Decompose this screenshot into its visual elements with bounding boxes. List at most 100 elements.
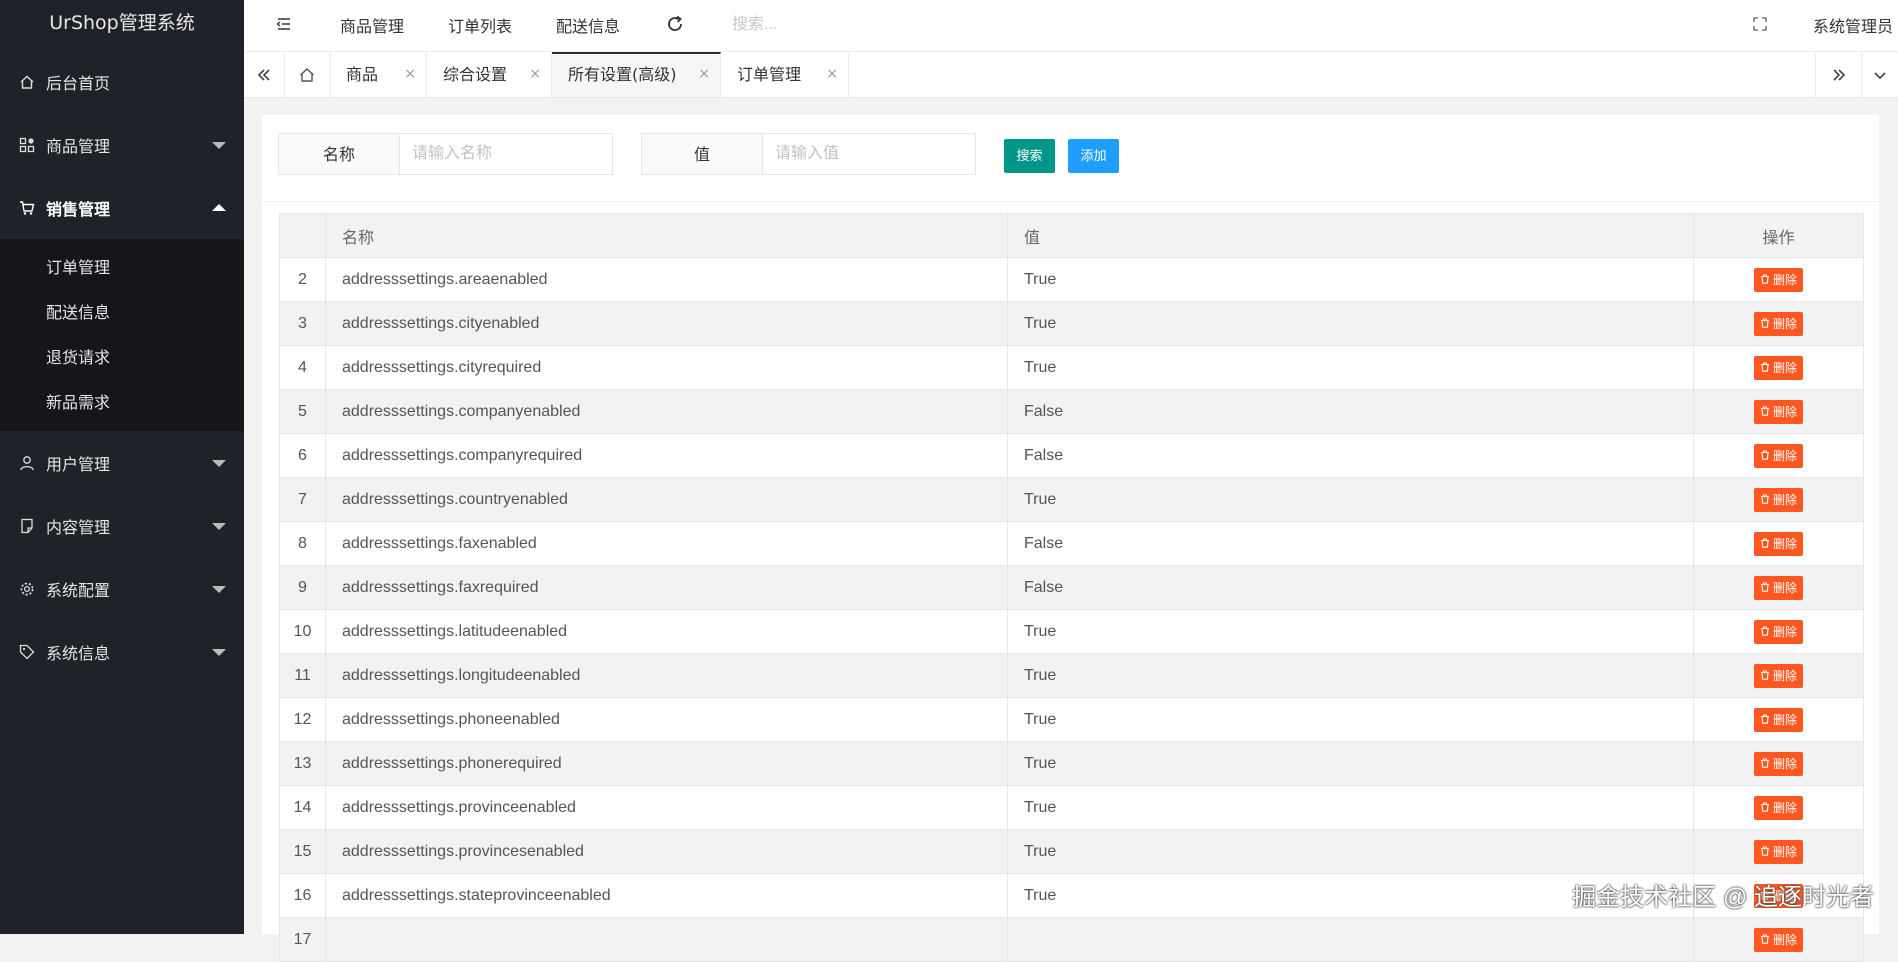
close-icon[interactable]: × xyxy=(826,52,838,97)
sidebar-item-users[interactable]: 用户管理 xyxy=(0,431,244,494)
row-index: 12 xyxy=(279,697,326,742)
sidebar-item-sales[interactable]: 销售管理 xyxy=(0,176,244,239)
delete-button[interactable]: 删除 xyxy=(1753,531,1803,556)
chevron-down-icon xyxy=(212,585,226,593)
setting-value: True xyxy=(1007,653,1694,698)
row-actions: 删除 xyxy=(1693,257,1864,302)
sidebar: UrShop管理系统 后台首页 商品管理 销售管理 订单管理 配送信息 退货请求… xyxy=(0,0,244,934)
row-actions: 删除 xyxy=(1693,345,1864,390)
tab-label: 所有设置(高级) xyxy=(568,65,677,84)
sales-submenu: 订单管理 配送信息 退货请求 新品需求 xyxy=(0,239,244,431)
delete-button[interactable]: 删除 xyxy=(1753,707,1803,732)
fullscreen-icon[interactable] xyxy=(1752,16,1768,32)
delete-button[interactable]: 删除 xyxy=(1753,355,1803,380)
delete-button[interactable]: 删除 xyxy=(1753,399,1803,424)
row-actions: 删除 xyxy=(1693,741,1864,786)
sidebar-item-label: 销售管理 xyxy=(46,199,111,219)
tab-general-settings[interactable]: 综合设置 × xyxy=(427,52,552,97)
close-icon[interactable]: × xyxy=(698,54,710,95)
delete-button[interactable]: 删除 xyxy=(1753,619,1803,644)
delete-label: 删除 xyxy=(1772,361,1797,375)
row-index: 13 xyxy=(279,741,326,786)
setting-name: addresssettings.phonerequired xyxy=(325,741,1008,786)
header-search-input[interactable] xyxy=(730,10,914,40)
submenu-item-shipping[interactable]: 配送信息 xyxy=(0,290,244,335)
row-index: 15 xyxy=(279,829,326,874)
tab-all-settings-advanced[interactable]: 所有设置(高级) × xyxy=(552,52,721,97)
sidebar-item-content[interactable]: 内容管理 xyxy=(0,494,244,557)
close-icon[interactable]: × xyxy=(529,52,541,97)
column-header-actions: 操作 xyxy=(1693,213,1864,258)
trash-icon xyxy=(1760,933,1770,947)
row-index: 9 xyxy=(279,565,326,610)
setting-name: addresssettings.stateprovinceenabled xyxy=(325,873,1008,918)
gear-icon xyxy=(18,580,36,598)
delete-button[interactable]: 删除 xyxy=(1753,751,1803,776)
table-row: 11 addresssettings.longitudeenabled True 删除 xyxy=(279,653,1864,698)
submenu-item-orders[interactable]: 订单管理 xyxy=(0,245,244,290)
delete-label: 删除 xyxy=(1772,625,1797,639)
setting-name: addresssettings.phoneenabled xyxy=(325,697,1008,742)
table-row: 2 addresssettings.areaenabled True 删除 xyxy=(279,257,1864,302)
row-actions: 删除 xyxy=(1693,697,1864,742)
submenu-item-new-product-requests[interactable]: 新品需求 xyxy=(0,380,244,425)
top-header: 商品管理 订单列表 配送信息 系统管理员 xyxy=(244,0,1898,52)
row-index: 5 xyxy=(279,389,326,434)
delete-label: 删除 xyxy=(1772,405,1797,419)
chevron-down-icon xyxy=(212,459,226,467)
header-link-shipping[interactable]: 配送信息 xyxy=(556,13,620,37)
sidebar-item-label: 系统信息 xyxy=(46,643,111,663)
row-index: 10 xyxy=(279,609,326,654)
table-row: 6 addresssettings.companyrequired False 删除 xyxy=(279,433,1864,478)
refresh-icon[interactable] xyxy=(664,13,686,35)
delete-button[interactable]: 删除 xyxy=(1753,575,1803,600)
header-link-order-list[interactable]: 订单列表 xyxy=(448,13,512,37)
header-link-products[interactable]: 商品管理 xyxy=(340,13,404,37)
name-filter-input[interactable] xyxy=(400,133,613,175)
delete-button[interactable]: 删除 xyxy=(1753,839,1803,864)
submenu-item-returns[interactable]: 退货请求 xyxy=(0,335,244,380)
app-logo-title: UrShop管理系统 xyxy=(49,12,195,34)
tab-scroll-right-icon[interactable] xyxy=(1815,52,1862,97)
table-row: 10 addresssettings.latitudeenabled True 删除 xyxy=(279,609,1864,654)
delete-label: 删除 xyxy=(1772,581,1797,595)
user-menu[interactable]: 系统管理员 xyxy=(1813,13,1893,37)
delete-button[interactable]: 删除 xyxy=(1753,311,1803,336)
sidebar-item-system-info[interactable]: 系统信息 xyxy=(0,620,244,683)
sidebar-item-products[interactable]: 商品管理 xyxy=(0,113,244,176)
menu-toggle-icon[interactable] xyxy=(274,14,294,34)
delete-button[interactable]: 删除 xyxy=(1753,443,1803,468)
tab-order-management[interactable]: 订单管理 × xyxy=(721,52,849,97)
setting-value: True xyxy=(1007,697,1694,742)
delete-button[interactable]: 删除 xyxy=(1753,663,1803,688)
setting-name: addresssettings.longitudeenabled xyxy=(325,653,1008,698)
sidebar-item-system-config[interactable]: 系统配置 xyxy=(0,557,244,620)
delete-button[interactable]: 删除 xyxy=(1753,267,1803,292)
table-row: 13 addresssettings.phonerequired True 删除 xyxy=(279,741,1864,786)
setting-name: addresssettings.latitudeenabled xyxy=(325,609,1008,654)
row-actions: 删除 xyxy=(1693,609,1864,654)
chevron-down-icon xyxy=(212,648,226,656)
delete-button[interactable]: 删除 xyxy=(1753,927,1803,952)
table-row: 14 addresssettings.provinceenabled True 删除 xyxy=(279,785,1864,830)
tab-products[interactable]: 商品 × xyxy=(330,52,427,97)
row-actions: 删除 xyxy=(1693,653,1864,698)
tab-home-icon[interactable] xyxy=(284,52,331,97)
delete-button[interactable]: 删除 xyxy=(1753,795,1803,820)
tab-scroll-left-icon[interactable] xyxy=(244,52,285,97)
row-index: 2 xyxy=(279,257,326,302)
delete-label: 删除 xyxy=(1772,537,1797,551)
sidebar-item-home[interactable]: 后台首页 xyxy=(0,50,244,113)
setting-name: addresssettings.companyenabled xyxy=(325,389,1008,434)
content-icon xyxy=(18,517,36,535)
trash-icon xyxy=(1760,625,1770,639)
row-index: 7 xyxy=(279,477,326,522)
delete-button[interactable]: 删除 xyxy=(1753,487,1803,512)
search-button[interactable]: 搜索 xyxy=(1004,139,1055,173)
add-button[interactable]: 添加 xyxy=(1068,139,1119,173)
setting-value xyxy=(1007,917,1694,962)
table-header-row: 名称 值 操作 xyxy=(279,213,1864,258)
chevron-down-icon[interactable] xyxy=(1861,52,1898,97)
value-filter-input[interactable] xyxy=(763,133,976,175)
close-icon[interactable]: × xyxy=(404,52,416,97)
